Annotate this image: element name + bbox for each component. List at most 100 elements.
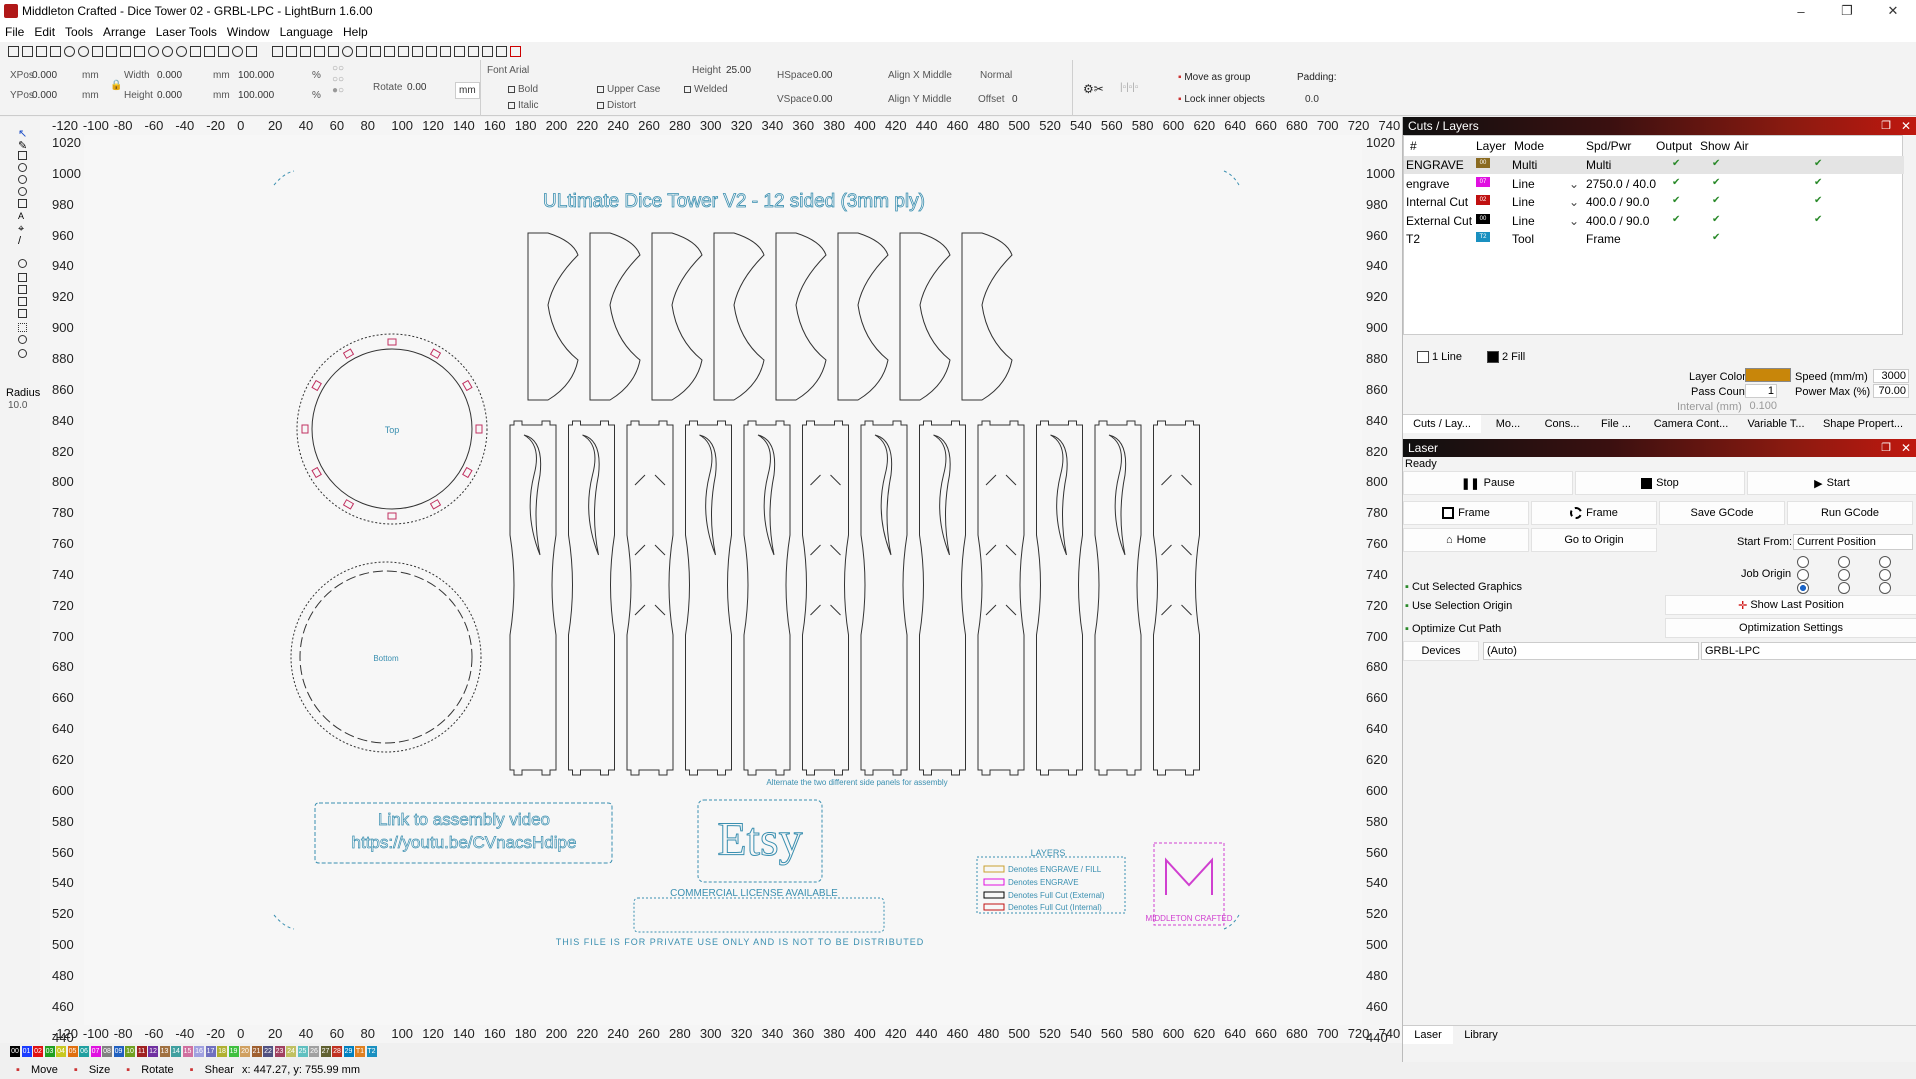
- layer-row[interactable]: T2 T2 Tool Frame ✔: [1404, 230, 1904, 248]
- menu-laser-tools[interactable]: Laser Tools: [151, 25, 222, 39]
- layer-row[interactable]: ENGRAVE 00 Multi Multi ✔ ✔ ✔: [1404, 156, 1904, 174]
- palette-swatch[interactable]: 00: [10, 1046, 20, 1057]
- menu-language[interactable]: Language: [275, 25, 338, 39]
- origin-radio-tl[interactable]: [1797, 556, 1809, 568]
- settings-icon[interactable]: [64, 45, 75, 57]
- optimize-cut-path-checkbox[interactable]: ▪ Optimize Cut Path: [1405, 623, 1501, 635]
- tab-file-list[interactable]: File ...: [1589, 415, 1643, 433]
- zoom-in-icon[interactable]: [162, 45, 173, 57]
- italic-checkbox[interactable]: Italic: [508, 100, 539, 111]
- node-handles-icon[interactable]: ○○ ○○ ●○: [332, 63, 344, 96]
- tab-camera-control[interactable]: Camera Cont...: [1643, 415, 1739, 433]
- rotate-icon[interactable]: [328, 45, 339, 57]
- palette-swatch[interactable]: 05: [67, 1046, 78, 1057]
- palette-swatch[interactable]: 19: [228, 1046, 239, 1057]
- laser-float-icon[interactable]: ❐: [1881, 439, 1891, 457]
- save-icon[interactable]: [36, 45, 47, 57]
- offset-tool-icon[interactable]: [18, 259, 27, 268]
- dock-icon[interactable]: [482, 45, 493, 57]
- tab-variable-text[interactable]: Variable T...: [1739, 415, 1813, 433]
- ellipse-tool-icon[interactable]: [18, 163, 27, 172]
- palette-swatch[interactable]: 08: [102, 1046, 112, 1057]
- air-check[interactable]: ✔: [1814, 158, 1822, 169]
- mirror-h-icon[interactable]: [300, 45, 311, 57]
- origin-radio-tr[interactable]: [1879, 556, 1891, 568]
- palette-swatch[interactable]: 01: [21, 1046, 32, 1057]
- circular-frame-button[interactable]: Frame: [1531, 501, 1657, 525]
- palette-swatch[interactable]: 13: [159, 1046, 170, 1057]
- welded-checkbox[interactable]: Welded: [684, 84, 728, 95]
- move-toggle[interactable]: ▪ Move: [8, 1064, 58, 1076]
- palette-swatch[interactable]: 25: [297, 1046, 308, 1057]
- align-top-icon[interactable]: [384, 45, 395, 57]
- palette-swatch[interactable]: 20: [240, 1046, 250, 1057]
- rotate-field[interactable]: 0.00: [407, 82, 426, 93]
- home-button[interactable]: ⌂ Home: [1403, 528, 1529, 552]
- bold-checkbox[interactable]: Bold: [508, 84, 538, 95]
- align-bottom-icon[interactable]: [398, 45, 409, 57]
- close-button[interactable]: ✕: [1870, 0, 1916, 22]
- frame-button[interactable]: Frame: [1403, 501, 1529, 525]
- palette-swatch[interactable]: 18: [217, 1046, 227, 1057]
- group-icon[interactable]: [272, 45, 283, 57]
- pass-count-field[interactable]: 1: [1745, 384, 1777, 398]
- output-check[interactable]: ✔: [1672, 214, 1680, 225]
- origin-radio-bc[interactable]: [1838, 582, 1850, 594]
- layer-row[interactable]: engrave 07 Line ⌄ 2750.0 / 40.0 ✔ ✔ ✔: [1404, 175, 1904, 193]
- output-check[interactable]: ✔: [1672, 177, 1680, 188]
- ypos-field[interactable]: 0.000: [32, 90, 57, 101]
- ungroup-icon[interactable]: [286, 45, 297, 57]
- zoom-frame-icon[interactable]: [190, 45, 201, 57]
- run-gcode-button[interactable]: Run GCode: [1787, 501, 1913, 525]
- monitor-icon[interactable]: [218, 45, 229, 57]
- minimize-button[interactable]: –: [1778, 0, 1824, 22]
- corner-tool-icon[interactable]: [18, 335, 27, 344]
- copy-icon[interactable]: [106, 45, 117, 57]
- frame-tool-icon[interactable]: [18, 199, 27, 208]
- speed-field[interactable]: 3000: [1873, 369, 1909, 383]
- height-percent[interactable]: 100.000: [238, 90, 274, 101]
- position-laser-icon[interactable]: ⌖: [18, 223, 27, 235]
- text-mode-select[interactable]: Normal: [980, 70, 1012, 81]
- circle-tool-icon[interactable]: [18, 187, 27, 196]
- palette-swatch[interactable]: 17: [205, 1046, 216, 1057]
- radius-field[interactable]: 10.0: [8, 400, 27, 411]
- palette-swatch[interactable]: 02: [33, 1046, 43, 1057]
- unit-toggle-button[interactable]: mm: [455, 82, 480, 99]
- interval-field[interactable]: 0.100: [1745, 400, 1777, 412]
- align-x-select[interactable]: Align X Middle: [888, 70, 952, 81]
- rotate-toggle[interactable]: ▪ Rotate: [118, 1064, 173, 1076]
- align-left-icon[interactable]: [356, 45, 367, 57]
- show-check[interactable]: ✔: [1712, 177, 1720, 188]
- circular-array-icon[interactable]: [18, 297, 27, 306]
- palette-swatch[interactable]: 06: [79, 1046, 89, 1057]
- width-percent[interactable]: 100.000: [238, 70, 274, 81]
- pause-button[interactable]: ❚❚ Pause: [1403, 471, 1573, 495]
- palette-swatch[interactable]: 21: [251, 1046, 262, 1057]
- tab-tool-icon[interactable]: [18, 309, 27, 318]
- text-tool-icon[interactable]: A: [18, 211, 27, 221]
- height-field[interactable]: 0.000: [157, 90, 182, 101]
- palette-swatch[interactable]: 03: [44, 1046, 55, 1057]
- port-select[interactable]: (Auto): [1483, 642, 1699, 660]
- padding-field[interactable]: 0.0: [1305, 94, 1319, 105]
- align-right-icon[interactable]: [370, 45, 381, 57]
- vspace-field[interactable]: 0.00: [813, 94, 832, 105]
- rectangle-tool-icon[interactable]: [18, 151, 27, 160]
- optimization-settings-button[interactable]: Optimization Settings: [1665, 618, 1916, 638]
- gear-icon[interactable]: [232, 45, 243, 57]
- preview-icon[interactable]: [78, 45, 89, 57]
- float-icon[interactable]: ❐: [1881, 117, 1891, 135]
- laser-close-icon[interactable]: ✕: [1901, 439, 1911, 457]
- lock-inner-toggle[interactable]: ▪ Lock inner objects: [1178, 94, 1265, 105]
- move-as-group-toggle[interactable]: ▪ Move as group: [1178, 72, 1250, 83]
- font-select[interactable]: Font Arial: [487, 65, 529, 76]
- import-icon[interactable]: [50, 45, 61, 57]
- delete-icon[interactable]: [134, 45, 145, 57]
- save-gcode-button[interactable]: Save GCode: [1659, 501, 1785, 525]
- menu-window[interactable]: Window: [222, 25, 275, 39]
- menu-edit[interactable]: Edit: [29, 25, 60, 39]
- select-tool-icon[interactable]: ↖: [18, 127, 27, 140]
- new-file-icon[interactable]: [8, 45, 19, 57]
- palette-swatch[interactable]: 24: [286, 1046, 296, 1057]
